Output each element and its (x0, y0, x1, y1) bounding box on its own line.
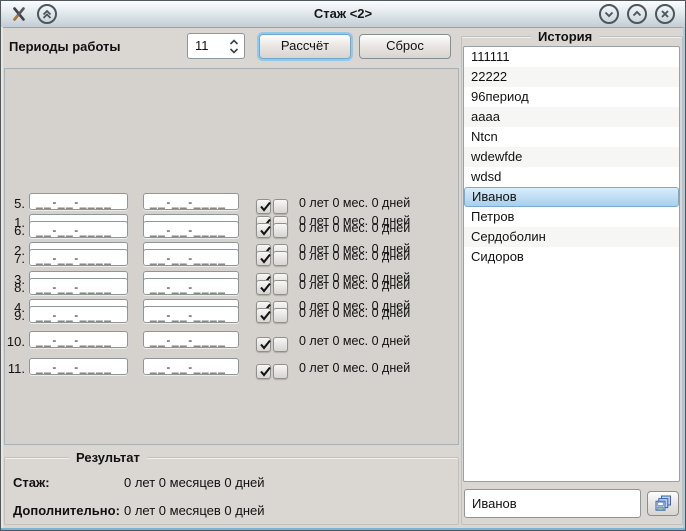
date-to-input[interactable]: __-__-____ (143, 278, 239, 295)
date-mask: __-__-____ (36, 223, 112, 237)
date-mask: __-__-____ (150, 308, 226, 322)
date-to-input[interactable]: __-__-____ (143, 193, 239, 210)
period-row-label: 11. (3, 361, 25, 376)
date-from-input[interactable]: __-__-____ (29, 249, 128, 266)
history-item[interactable]: 96период (464, 87, 679, 107)
date-to-input[interactable]: __-__-____ (143, 331, 239, 348)
window-frame-bottom (1, 528, 685, 530)
history-item[interactable]: Сердоболин (464, 227, 679, 247)
chevron-down-icon (602, 7, 616, 21)
history-item[interactable]: Петров (464, 207, 679, 227)
calculate-button[interactable]: Рассчёт (259, 34, 351, 59)
window-title: Стаж <2> (1, 6, 685, 21)
dop-label: Дополнительно: (13, 503, 120, 518)
row-result-text: 0 лет 0 мес. 0 дней (299, 221, 410, 235)
history-item[interactable]: Иванов (464, 187, 679, 207)
date-from-input[interactable]: __-__-____ (29, 278, 128, 295)
chevron-up-icon (630, 7, 644, 21)
extra-checkbox[interactable] (273, 308, 288, 323)
date-mask: __-__-____ (36, 251, 112, 265)
include-checkbox[interactable] (256, 251, 271, 266)
stazh-label: Стаж: (13, 475, 50, 490)
history-name-input[interactable] (464, 489, 641, 518)
date-mask: __-__-____ (150, 223, 226, 237)
date-mask: __-__-____ (150, 280, 226, 294)
date-mask: __-__-____ (150, 333, 226, 347)
row-result-text: 0 лет 0 мес. 0 дней (299, 249, 410, 263)
periods-label: Периоды работы (9, 39, 121, 54)
extra-checkbox[interactable] (273, 280, 288, 295)
save-button[interactable] (647, 491, 679, 516)
maximize-button[interactable] (627, 4, 647, 24)
extra-checkbox[interactable] (273, 223, 288, 238)
include-checkbox[interactable] (256, 337, 271, 352)
date-from-input[interactable]: __-__-____ (29, 221, 128, 238)
dop-value: 0 лет 0 месяцев 0 дней (124, 503, 265, 518)
result-title: Результат (69, 450, 147, 465)
extra-checkbox[interactable] (273, 337, 288, 352)
history-title: История (531, 29, 599, 44)
row-result-text: 0 лет 0 мес. 0 дней (299, 361, 410, 375)
include-checkbox[interactable] (256, 223, 271, 238)
extra-checkbox[interactable] (273, 364, 288, 379)
history-item[interactable]: 111111 (464, 47, 679, 67)
date-mask: __-__-____ (36, 333, 112, 347)
reset-button[interactable]: Сброс (359, 34, 451, 59)
date-mask: __-__-____ (36, 360, 112, 374)
period-row-label: 5. (3, 196, 25, 211)
include-checkbox[interactable] (256, 308, 271, 323)
date-to-input[interactable]: __-__-____ (143, 221, 239, 238)
date-mask: __-__-____ (36, 280, 112, 294)
stazh-value: 0 лет 0 месяцев 0 дней (124, 475, 265, 490)
save-all-floppy-icon (655, 495, 672, 512)
history-item[interactable]: wdewfde (464, 147, 679, 167)
close-icon (658, 7, 672, 21)
date-mask: __-__-____ (150, 360, 226, 374)
periods-count-value: 11 (195, 38, 209, 53)
date-from-input[interactable]: __-__-____ (29, 358, 128, 375)
date-to-input[interactable]: __-__-____ (143, 306, 239, 323)
date-mask: __-__-____ (36, 195, 112, 209)
history-item[interactable]: 22222 (464, 67, 679, 87)
date-to-input[interactable]: __-__-____ (143, 358, 239, 375)
period-row-label: 9. (3, 308, 25, 323)
include-checkbox[interactable] (256, 280, 271, 295)
window-frame-left (1, 27, 3, 528)
date-from-input[interactable]: __-__-____ (29, 331, 128, 348)
history-item[interactable]: Сидоров (464, 247, 679, 267)
date-from-input[interactable]: __-__-____ (29, 193, 128, 210)
include-checkbox[interactable] (256, 364, 271, 379)
spinbox-arrows-icon[interactable] (227, 36, 241, 60)
history-item[interactable]: wdsd (464, 167, 679, 187)
date-mask: __-__-____ (150, 195, 226, 209)
row-result-text: 0 лет 0 мес. 0 дней (299, 278, 410, 292)
date-to-input[interactable]: __-__-____ (143, 249, 239, 266)
periods-count-spinbox[interactable]: 11 (187, 33, 245, 59)
history-list[interactable]: 1111112222296периодaaaaNtcnwdewfdewdsdИв… (463, 46, 680, 482)
date-from-input[interactable]: __-__-____ (29, 306, 128, 323)
titlebar[interactable]: Стаж <2> (1, 1, 685, 28)
date-mask: __-__-____ (150, 251, 226, 265)
extra-checkbox[interactable] (273, 199, 288, 214)
history-item[interactable]: Ntcn (464, 127, 679, 147)
window-frame-right (683, 27, 685, 528)
period-row-label: 7. (3, 251, 25, 266)
close-button[interactable] (655, 4, 675, 24)
app-window: Стаж <2> Периоды работы 11 Рассчёт С (0, 0, 686, 531)
period-row-label: 6. (3, 223, 25, 238)
date-mask: __-__-____ (36, 308, 112, 322)
extra-checkbox[interactable] (273, 251, 288, 266)
row-result-text: 0 лет 0 мес. 0 дней (299, 196, 410, 210)
period-row-label: 8. (3, 280, 25, 295)
row-result-text: 0 лет 0 мес. 0 дней (299, 334, 410, 348)
minimize-button[interactable] (599, 4, 619, 24)
include-checkbox[interactable] (256, 199, 271, 214)
row-result-text: 0 лет 0 мес. 0 дней (299, 306, 410, 320)
period-row-label: 10. (3, 334, 25, 349)
history-item[interactable]: aaaa (464, 107, 679, 127)
